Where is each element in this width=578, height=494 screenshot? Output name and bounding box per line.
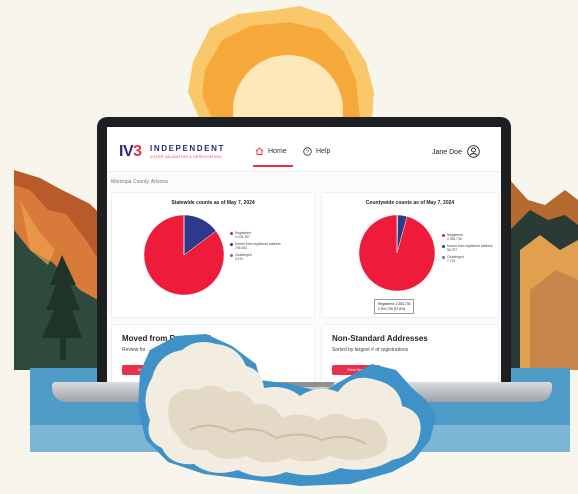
foreground-clouds	[138, 334, 436, 486]
cloud	[145, 342, 421, 477]
